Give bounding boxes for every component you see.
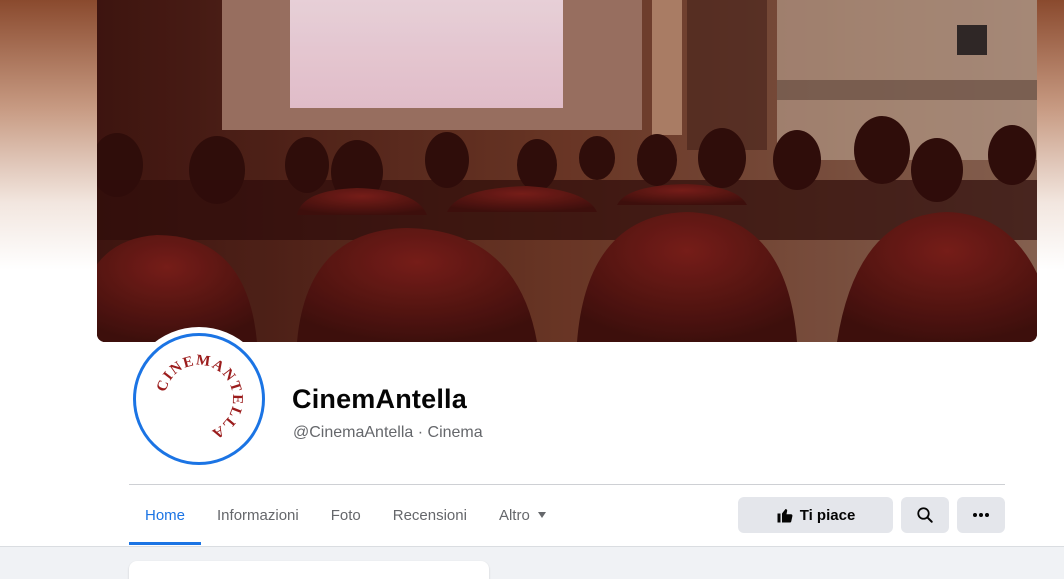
search-icon bbox=[917, 507, 933, 523]
intro-card bbox=[129, 561, 489, 579]
thumbs-up-icon bbox=[777, 509, 793, 523]
tab-home-label: Home bbox=[145, 506, 186, 524]
tab-foto[interactable]: Foto bbox=[315, 486, 377, 544]
profile-picture: CINEMANTELLA bbox=[133, 333, 265, 465]
profile-picture-frame[interactable]: CINEMANTELLA bbox=[127, 327, 271, 471]
tab-recensioni-label: Recensioni bbox=[392, 506, 467, 524]
search-button[interactable] bbox=[901, 497, 949, 533]
page-actions: Ti piace bbox=[738, 497, 1005, 533]
tab-altro-label: Altro bbox=[498, 506, 530, 524]
tabs-divider bbox=[129, 484, 1005, 485]
cinema-audience-image bbox=[97, 0, 1037, 342]
tab-foto-label: Foto bbox=[330, 506, 361, 524]
like-button-label: Ti piace bbox=[799, 506, 856, 524]
tab-home[interactable]: Home bbox=[129, 486, 202, 545]
page-tabs: Home Informazioni Foto Recensioni Altro bbox=[129, 486, 562, 546]
more-dots-icon bbox=[973, 513, 989, 517]
page-title: CinemAntella bbox=[292, 384, 467, 414]
tab-altro[interactable]: Altro bbox=[483, 486, 562, 544]
tab-informazioni-label: Informazioni bbox=[217, 506, 299, 524]
cover-photo[interactable] bbox=[97, 0, 1037, 342]
page-handle-category: @CinemaAntella · Cinema bbox=[293, 424, 483, 441]
like-button[interactable]: Ti piace bbox=[738, 497, 893, 533]
tab-informazioni[interactable]: Informazioni bbox=[201, 486, 315, 544]
svg-text:CINEMANTELLA: CINEMANTELLA bbox=[154, 352, 245, 442]
more-options-button[interactable] bbox=[957, 497, 1005, 533]
cinemantella-logo: CINEMANTELLA bbox=[154, 352, 245, 442]
tab-recensioni[interactable]: Recensioni bbox=[377, 486, 483, 544]
caret-down-icon bbox=[537, 512, 546, 518]
